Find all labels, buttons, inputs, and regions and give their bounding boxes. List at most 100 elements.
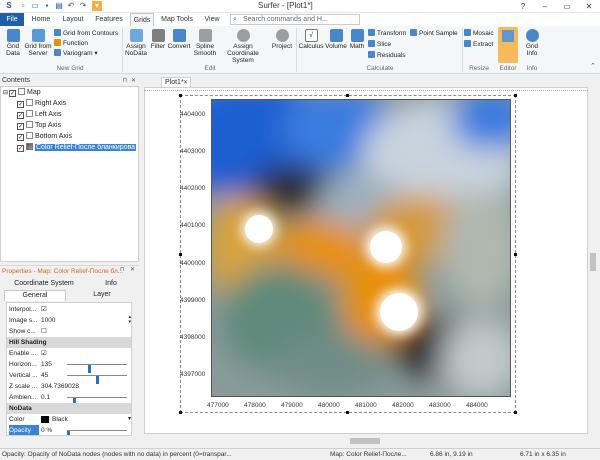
variogram-button[interactable]: Variogram ▾	[54, 49, 98, 58]
vertical-angle-slider[interactable]	[67, 375, 127, 384]
grid-from-contours-button[interactable]: Grid from Contours	[54, 29, 118, 38]
section-nodata[interactable]: NoData	[7, 403, 131, 414]
mosaic-button[interactable]: Mosaic	[464, 29, 494, 38]
property-row-horizontal-angle[interactable]: Horizon... 135	[7, 359, 131, 373]
menu-view[interactable]: View	[200, 13, 224, 26]
pin-icon[interactable]: ⊓	[122, 76, 127, 86]
grid-data-button[interactable]: Grid Data	[2, 29, 24, 57]
tab-info[interactable]: Info	[86, 279, 136, 289]
menu-layout[interactable]: Layout	[58, 13, 88, 26]
residuals-button[interactable]: Residuals	[368, 51, 406, 60]
close-icon[interactable]: ✕	[130, 266, 135, 273]
menu-features[interactable]: Features	[92, 13, 126, 26]
help-button[interactable]: ?	[512, 0, 534, 13]
property-checkbox[interactable]: ☑	[41, 304, 47, 315]
scrollbar-thumb[interactable]	[590, 253, 596, 271]
tree-item-bottom-axis[interactable]: ✓ Bottom Axis	[17, 132, 72, 142]
close-button[interactable]: ✕	[578, 0, 600, 13]
horizontal-angle-slider[interactable]	[67, 364, 127, 373]
property-row-enable[interactable]: Enable ... ☑	[7, 348, 131, 359]
print-icon[interactable]: ▤	[54, 1, 64, 11]
tab-coordinate-system[interactable]: Coordinate System	[4, 279, 84, 289]
assign-nodata-button[interactable]: Assign NoData	[124, 29, 148, 57]
property-value[interactable]: 304.7369028	[41, 381, 79, 392]
spinner-icon[interactable]: ▴ ▾	[128, 315, 131, 325]
property-row-opacity[interactable]: Opacity 0 %	[7, 425, 131, 435]
vertical-scrollbar[interactable]	[588, 87, 598, 434]
open-icon[interactable]: ▭	[30, 1, 40, 11]
checkbox[interactable]: ✓	[17, 145, 24, 152]
section-hill-shading[interactable]: Hill Shading	[7, 337, 131, 348]
restore-button[interactable]: ▭	[556, 0, 578, 13]
convert-button[interactable]: Convert	[167, 29, 191, 50]
resize-handle[interactable]	[179, 94, 182, 97]
undo-icon[interactable]: ↶	[66, 1, 76, 11]
spline-smooth-button[interactable]: Spline Smooth	[193, 29, 217, 57]
search-input[interactable]: ⌕ Search commands and H...	[230, 14, 360, 25]
calculus-button[interactable]: √ Calculus	[298, 29, 324, 50]
scrollbar-thumb[interactable]	[350, 438, 380, 444]
property-row-color[interactable]: Color Black ▾	[7, 414, 131, 425]
property-row-interpolate[interactable]: Interpol... ☑	[7, 304, 131, 315]
grid-info-button[interactable]: Grid Info	[521, 29, 543, 57]
checkbox[interactable]: ✓	[9, 90, 17, 97]
property-row-vertical-angle[interactable]: Vertical ... 45	[7, 370, 131, 384]
function-button[interactable]: Function	[54, 39, 88, 48]
project-button[interactable]: Project	[270, 29, 294, 50]
resize-handle[interactable]	[346, 94, 349, 97]
property-row-z-scale[interactable]: Z scale ... 304.7369028	[7, 381, 131, 392]
filter-button[interactable]: Filter	[149, 29, 167, 50]
property-row-ambient[interactable]: Ambien... 0.1	[7, 392, 131, 406]
slice-button[interactable]: Slice	[368, 40, 391, 49]
tree-item-map[interactable]: ⊟ ✓ Map	[3, 88, 41, 98]
property-checkbox[interactable]: ☑	[41, 348, 47, 359]
menu-file[interactable]: File	[0, 13, 24, 26]
ambient-slider[interactable]	[67, 397, 127, 406]
tree-item-color-relief[interactable]: ✓ Color Relief-После бланкирова	[17, 143, 137, 153]
save-icon[interactable]: ▪	[42, 1, 52, 11]
tab-general[interactable]: General	[4, 290, 66, 301]
resize-handle[interactable]	[514, 94, 517, 97]
property-value[interactable]: Black	[52, 414, 68, 425]
checkbox[interactable]: ✓	[17, 123, 24, 130]
editor-button[interactable]	[498, 27, 518, 63]
opacity-slider[interactable]	[67, 430, 127, 435]
tab-plot1[interactable]: Plot1* ✕	[161, 77, 191, 87]
dropdown-icon[interactable]: ▾	[128, 414, 131, 425]
resize-handle[interactable]	[514, 411, 517, 414]
tab-layer[interactable]: Layer	[68, 290, 136, 300]
grid-from-server-button[interactable]: Grid from Server	[24, 29, 52, 57]
math-button[interactable]: Math	[348, 29, 366, 50]
property-value[interactable]: 1000	[41, 315, 55, 326]
pin-icon[interactable]: ⊓	[120, 266, 125, 273]
properties-scrollbar[interactable]	[132, 302, 138, 436]
tree-item-left-axis[interactable]: ✓ Left Axis	[17, 110, 61, 120]
resize-handle[interactable]	[514, 253, 517, 256]
horizontal-scrollbar[interactable]	[144, 434, 588, 448]
assign-coordinate-system-button[interactable]: Assign Coordinate System	[218, 29, 268, 64]
volume-button[interactable]: Volume	[324, 29, 348, 50]
property-row-show-colorscale[interactable]: Show c... ☐	[7, 326, 131, 337]
menu-map-tools[interactable]: Map Tools	[158, 13, 196, 26]
point-sample-button[interactable]: Point Sample	[410, 29, 458, 38]
resize-handle[interactable]	[179, 411, 182, 414]
slider-thumb[interactable]	[67, 431, 70, 435]
checkbox[interactable]: ✓	[17, 101, 24, 108]
checkbox[interactable]: ✓	[17, 134, 24, 141]
extract-button[interactable]: Extract	[464, 40, 493, 49]
tree-item-top-axis[interactable]: ✓ Top Axis	[17, 121, 61, 131]
menu-grids[interactable]: Grids	[130, 13, 154, 26]
resize-handle[interactable]	[179, 253, 182, 256]
tree-item-right-axis[interactable]: ✓ Right Axis	[17, 99, 66, 109]
menu-home[interactable]: Home	[28, 13, 54, 26]
property-row-image-size[interactable]: Image s... 1000 ▴ ▾	[7, 315, 131, 326]
collapse-ribbon-icon[interactable]: ⌃	[590, 62, 596, 70]
resize-handle[interactable]	[346, 411, 349, 414]
customize-icon[interactable]: ▾	[92, 1, 102, 11]
checkbox[interactable]: ✓	[17, 112, 24, 119]
close-icon[interactable]: ✕	[131, 76, 136, 86]
minimize-button[interactable]: –	[534, 0, 556, 13]
new-icon[interactable]: ▫	[18, 1, 28, 11]
property-checkbox[interactable]: ☐	[41, 326, 47, 337]
collapse-icon[interactable]: ⊟	[3, 90, 8, 96]
